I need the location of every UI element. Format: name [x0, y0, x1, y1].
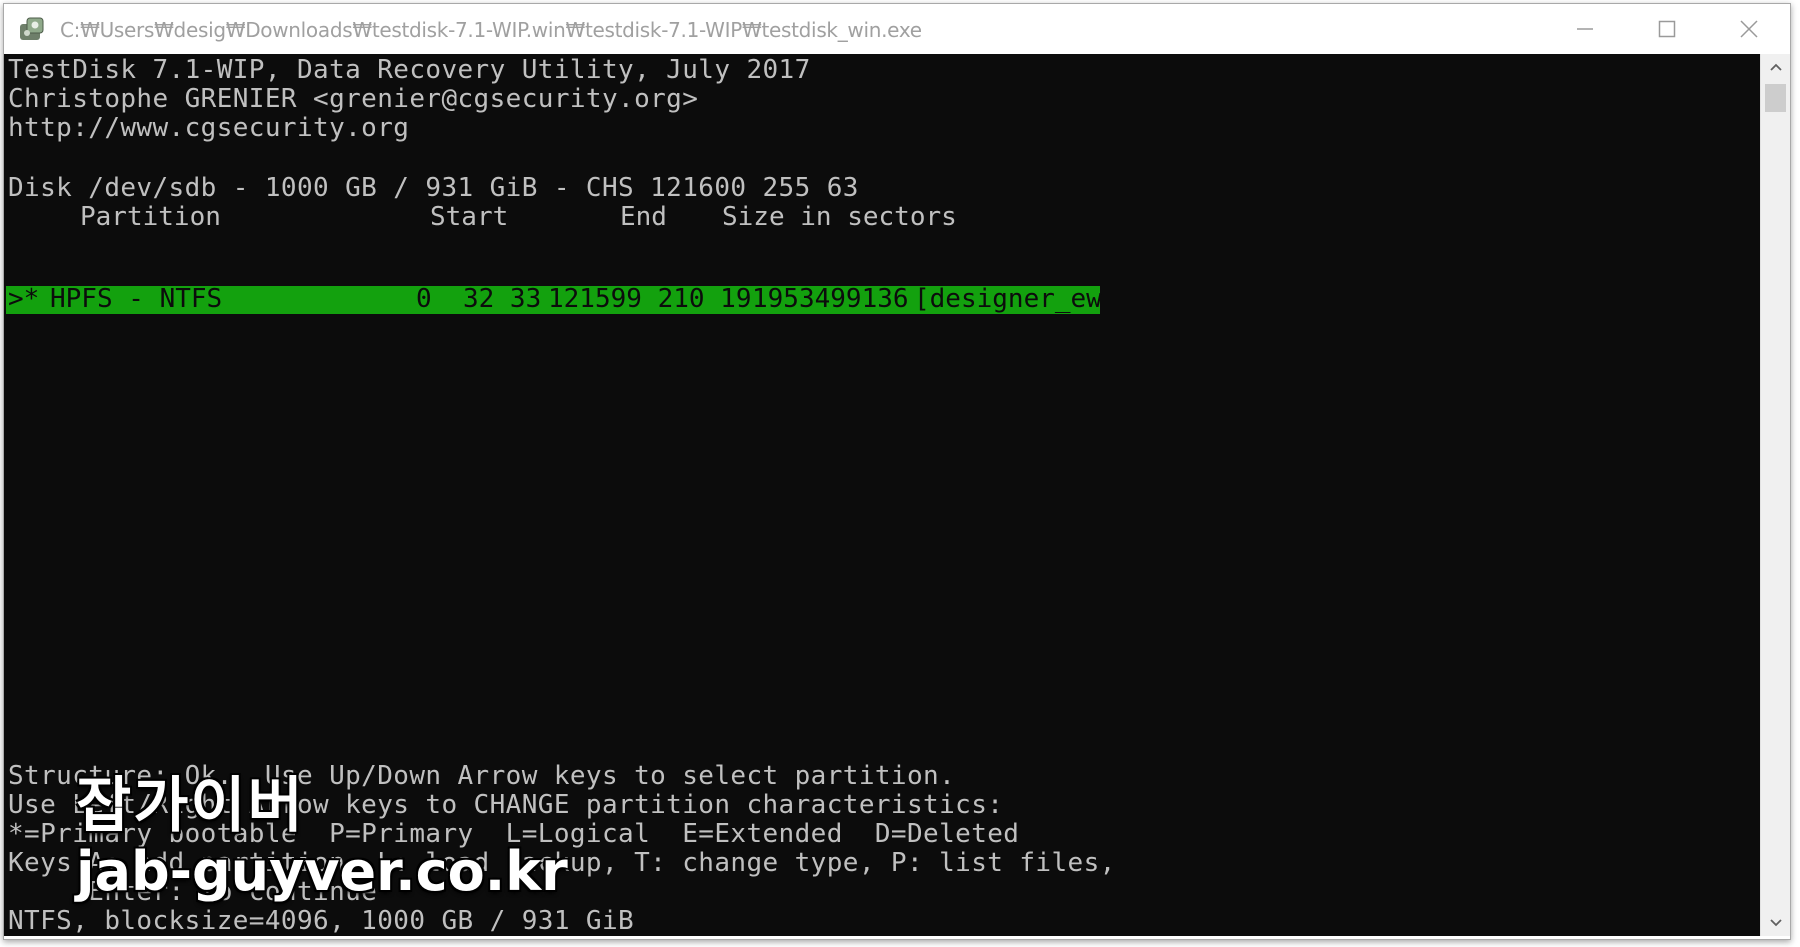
testdisk-app-icon	[20, 17, 44, 40]
partition-end: 121599 210 19	[548, 284, 752, 314]
scroll-thumb[interactable]	[1765, 84, 1786, 112]
minimize-icon	[1577, 28, 1593, 30]
scroll-down-button[interactable]	[1761, 910, 1790, 936]
minimize-button[interactable]	[1544, 4, 1626, 54]
maximize-icon	[1658, 20, 1676, 38]
watermark-url: jab-guyver.co.kr	[76, 840, 568, 903]
window-title: C:₩Users₩desig₩Downloads₩testdisk-7.1-WI…	[60, 18, 922, 42]
maximize-button[interactable]	[1626, 4, 1708, 54]
scroll-up-button[interactable]	[1761, 54, 1790, 80]
column-header-start: Start	[430, 202, 509, 232]
header-line-url: http://www.cgsecurity.org	[8, 113, 410, 143]
partition-start: 0 32 33	[416, 284, 542, 314]
column-header-end: End	[620, 202, 667, 232]
chevron-down-icon	[1769, 919, 1782, 927]
partition-label: [designer_ew]	[914, 284, 1118, 314]
vertical-scrollbar[interactable]	[1760, 54, 1790, 936]
column-header-partition: Partition	[80, 202, 221, 232]
title-bar[interactable]: C:₩Users₩desig₩Downloads₩testdisk-7.1-WI…	[4, 4, 1790, 54]
disk-info-line: Disk /dev/sdb - 1000 GB / 931 GiB - CHS …	[8, 173, 859, 203]
chevron-up-icon	[1769, 63, 1782, 71]
partition-size: 1953499136	[752, 284, 909, 314]
close-icon	[1740, 20, 1758, 38]
header-line-author: Christophe GRENIER <grenier@cgsecurity.o…	[8, 84, 699, 114]
column-header-size: Size in sectors	[722, 202, 957, 232]
status-line: NTFS, blocksize=4096, 1000 GB / 931 GiB	[8, 906, 635, 936]
partition-row-selected[interactable]: >* HPFS - NTFS 0 32 33 121599 210 19 195…	[6, 284, 1118, 314]
close-button[interactable]	[1708, 4, 1790, 54]
partition-marker: >*	[8, 284, 40, 314]
partition-type: HPFS - NTFS	[50, 284, 223, 314]
header-line-title: TestDisk 7.1-WIP, Data Recovery Utility,…	[8, 55, 811, 85]
watermark-korean: 잡가이버	[76, 771, 305, 841]
